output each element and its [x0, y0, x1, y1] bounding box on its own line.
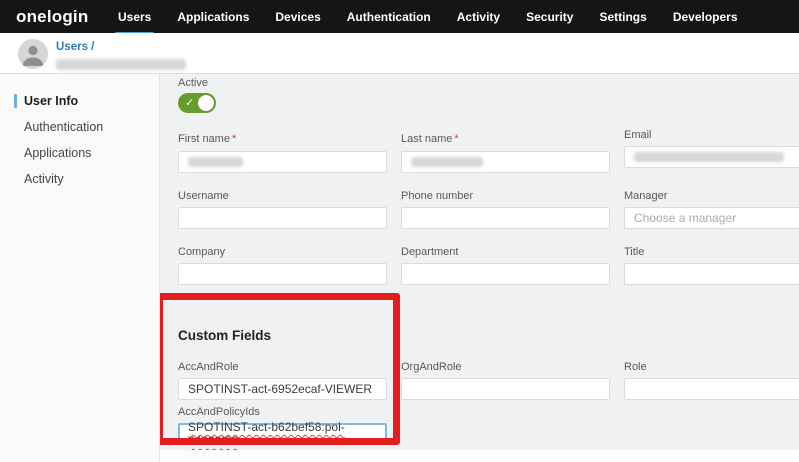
nav-item-security[interactable]: Security: [513, 0, 586, 33]
sidebar-item-applications[interactable]: Applications: [0, 140, 159, 166]
left-sidebar: User Info Authentication Applications Ac…: [0, 74, 160, 462]
field-email: Email: [624, 129, 799, 173]
role-label: Role: [624, 361, 799, 374]
company-input[interactable]: [178, 263, 387, 285]
breadcrumb-users-link[interactable]: Users /: [56, 41, 94, 53]
sidebar-item-user-info[interactable]: User Info: [0, 88, 159, 114]
department-label: Department: [401, 246, 610, 259]
field-first-name: First name*: [178, 129, 387, 173]
department-input[interactable]: [401, 263, 610, 285]
first-name-label: First name: [178, 133, 230, 145]
field-department: Department: [401, 246, 610, 285]
section-divider-strip: [160, 450, 799, 462]
field-acc-and-policy-ids: AccAndPolicyIds SPOTINST-act-b62bef58:po…: [178, 406, 387, 445]
acc-and-role-label: AccAndRole: [178, 361, 387, 374]
redacted-value: [411, 157, 483, 167]
onelogin-logo: onelogin: [16, 0, 88, 33]
nav-item-developers[interactable]: Developers: [660, 0, 751, 33]
org-and-role-input[interactable]: [401, 378, 610, 400]
active-toggle[interactable]: ✓: [178, 93, 216, 113]
required-asterisk: *: [454, 133, 458, 145]
username-input[interactable]: [178, 207, 387, 229]
field-company: Company: [178, 246, 387, 285]
first-name-input[interactable]: [178, 151, 387, 173]
user-avatar: [18, 39, 48, 69]
role-input[interactable]: [624, 378, 799, 400]
manager-label: Manager: [624, 190, 799, 203]
custom-fields-heading: Custom Fields: [178, 328, 799, 344]
redacted-value: [634, 152, 784, 162]
title-label: Title: [624, 246, 799, 259]
acc-and-policy-ids-label: AccAndPolicyIds: [178, 406, 387, 419]
field-manager: Manager Choose a manager: [624, 190, 799, 229]
field-username: Username: [178, 190, 387, 229]
sidebar-item-authentication[interactable]: Authentication: [0, 114, 159, 140]
field-acc-and-role: AccAndRole SPOTINST-act-6952ecaf-VIEWER: [178, 361, 387, 400]
manager-placeholder: Choose a manager: [634, 211, 736, 225]
title-input[interactable]: [624, 263, 799, 285]
redacted-user-name: [56, 59, 186, 70]
acc-and-policy-ids-input[interactable]: SPOTINST-act-b62bef58:pol-64828f58: [178, 423, 387, 445]
nav-item-activity[interactable]: Activity: [444, 0, 513, 33]
user-info-form: Active ✓ First name* Last name* Email Us…: [160, 74, 799, 462]
breadcrumb-bar: Users /: [0, 33, 799, 74]
phone-number-input[interactable]: [401, 207, 610, 229]
last-name-input[interactable]: [401, 151, 610, 173]
field-title: Title: [624, 246, 799, 285]
field-role: Role: [624, 361, 799, 400]
acc-and-role-input[interactable]: SPOTINST-act-6952ecaf-VIEWER: [178, 378, 387, 400]
active-label: Active: [178, 77, 799, 90]
org-and-role-label: OrgAndRole: [401, 361, 610, 374]
check-icon: ✓: [185, 96, 194, 109]
field-phone-number: Phone number: [401, 190, 610, 229]
person-icon: [18, 39, 48, 69]
required-asterisk: *: [232, 133, 236, 145]
top-nav: onelogin Users Applications Devices Auth…: [0, 0, 799, 33]
nav-item-devices[interactable]: Devices: [262, 0, 333, 33]
nav-item-settings[interactable]: Settings: [586, 0, 659, 33]
field-last-name: Last name*: [401, 129, 610, 173]
email-input[interactable]: [624, 146, 799, 168]
email-label: Email: [624, 129, 799, 142]
main-nav: Users Applications Devices Authenticatio…: [105, 0, 751, 33]
sidebar-item-activity[interactable]: Activity: [0, 166, 159, 192]
last-name-label: Last name: [401, 133, 452, 145]
toggle-knob: [198, 95, 214, 111]
phone-number-label: Phone number: [401, 190, 610, 203]
field-org-and-role: OrgAndRole: [401, 361, 610, 400]
nav-item-authentication[interactable]: Authentication: [334, 0, 444, 33]
redacted-value: [188, 157, 243, 167]
username-label: Username: [178, 190, 387, 203]
nav-item-users[interactable]: Users: [105, 0, 164, 33]
nav-item-applications[interactable]: Applications: [164, 0, 262, 33]
manager-select[interactable]: Choose a manager: [624, 207, 799, 229]
company-label: Company: [178, 246, 387, 259]
